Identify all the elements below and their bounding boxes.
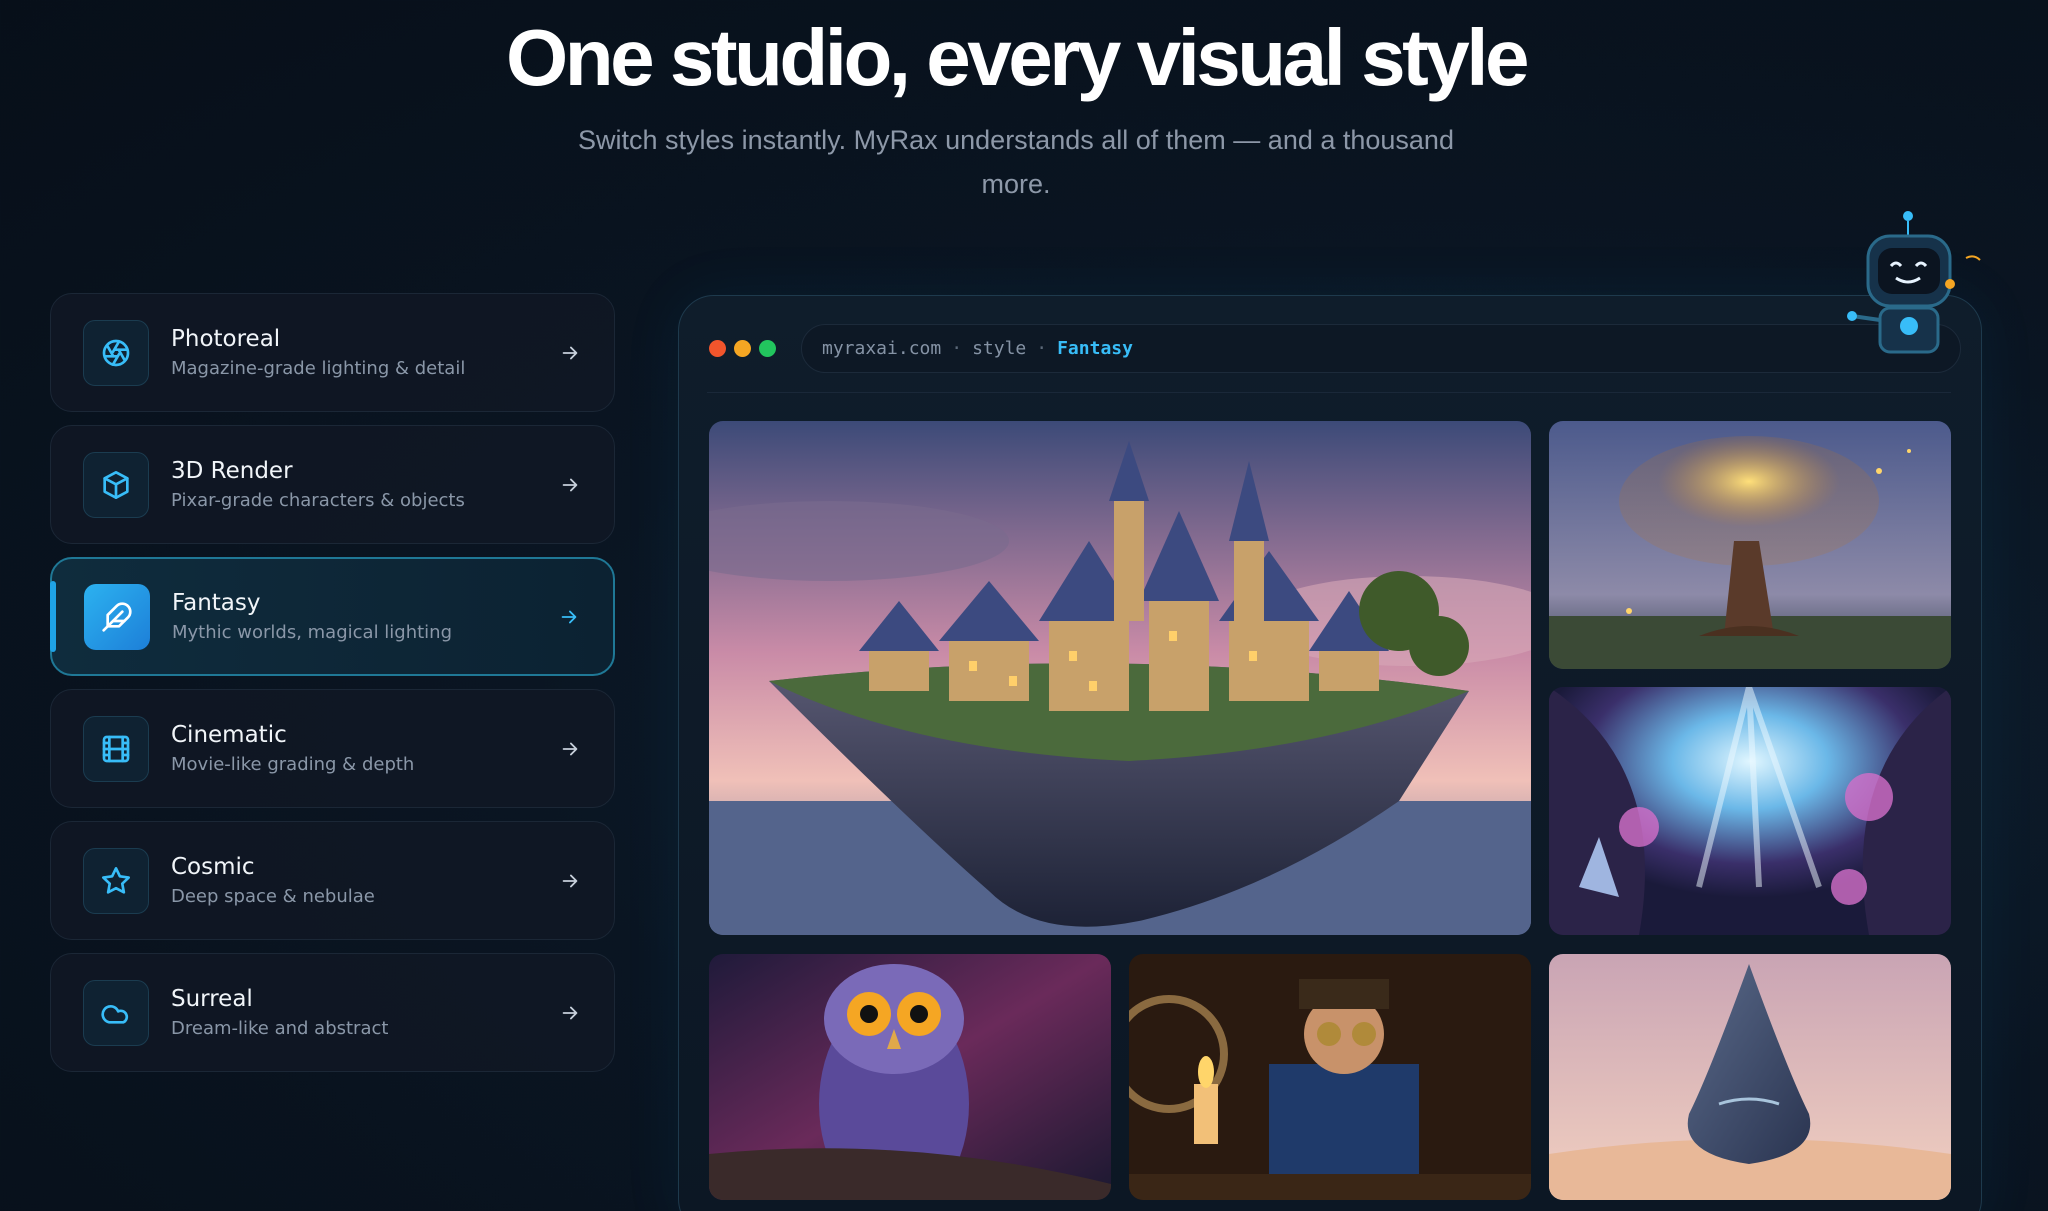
style-desc: Deep space & nebulae <box>171 886 375 907</box>
style-card-fantasy[interactable]: Fantasy Mythic worlds, magical lighting <box>50 557 615 676</box>
arrow-right-icon <box>559 1002 581 1024</box>
arrow-right-icon <box>559 342 581 364</box>
cloud-icon <box>83 979 149 1046</box>
url-bar[interactable]: myraxai.com · style · Fantasy <box>801 324 1961 373</box>
glowing-tree-image[interactable] <box>1549 421 1951 669</box>
style-name: Fantasy <box>172 590 261 616</box>
arrow-right-icon <box>559 738 581 760</box>
url-separator: · <box>1036 338 1048 359</box>
style-card-3d-render[interactable]: 3D Render Pixar-grade characters & objec… <box>50 425 615 544</box>
divider <box>707 392 1951 393</box>
close-dot[interactable] <box>709 340 726 357</box>
feather-icon <box>84 583 150 650</box>
glass-droplet-desert-image[interactable] <box>1549 954 1951 1200</box>
minimize-dot[interactable] <box>734 340 751 357</box>
style-desc: Magazine-grade lighting & detail <box>171 358 466 379</box>
crystal-cave-image[interactable] <box>1549 687 1951 935</box>
style-card-cinematic[interactable]: Cinematic Movie-like grading & depth <box>50 689 615 808</box>
url-domain: myraxai.com <box>822 338 942 359</box>
style-card-surreal[interactable]: Surreal Dream-like and abstract <box>50 953 615 1072</box>
browser-preview: myraxai.com · style · Fantasy <box>678 295 1982 1211</box>
style-desc: Dream-like and abstract <box>171 1018 389 1039</box>
style-name: Surreal <box>171 986 253 1012</box>
style-desc: Pixar-grade characters & objects <box>171 490 465 511</box>
arrow-right-icon <box>559 474 581 496</box>
cube-icon <box>83 451 149 518</box>
hero-title: One studio, every visual style <box>506 13 1529 102</box>
style-name: Cosmic <box>171 854 255 880</box>
arrow-right-icon <box>558 606 580 628</box>
style-name: 3D Render <box>171 458 293 484</box>
style-name: Photoreal <box>171 326 281 352</box>
aperture-icon <box>83 319 149 386</box>
star-icon <box>83 847 149 914</box>
maximize-dot[interactable] <box>759 340 776 357</box>
style-desc: Mythic worlds, magical lighting <box>172 622 453 643</box>
film-icon <box>83 715 149 782</box>
arrow-right-icon <box>559 870 581 892</box>
style-card-cosmic[interactable]: Cosmic Deep space & nebulae <box>50 821 615 940</box>
cosmic-owl-image[interactable] <box>709 954 1111 1200</box>
url-separator: · <box>951 338 963 359</box>
floating-island-castle-image[interactable] <box>709 421 1531 935</box>
window-controls <box>709 340 776 357</box>
url-path: style <box>972 338 1027 359</box>
hero-subtitle: Switch styles instantly. MyRax understan… <box>578 125 1454 199</box>
url-active-style: Fantasy <box>1057 338 1133 359</box>
steampunk-gentleman-image[interactable] <box>1129 954 1531 1200</box>
style-desc: Movie-like grading & depth <box>171 754 415 775</box>
style-card-photoreal[interactable]: Photoreal Magazine-grade lighting & deta… <box>50 293 615 412</box>
style-name: Cinematic <box>171 722 287 748</box>
robot-mascot-icon <box>1846 208 1986 368</box>
style-list: Photoreal Magazine-grade lighting & deta… <box>50 293 615 1085</box>
